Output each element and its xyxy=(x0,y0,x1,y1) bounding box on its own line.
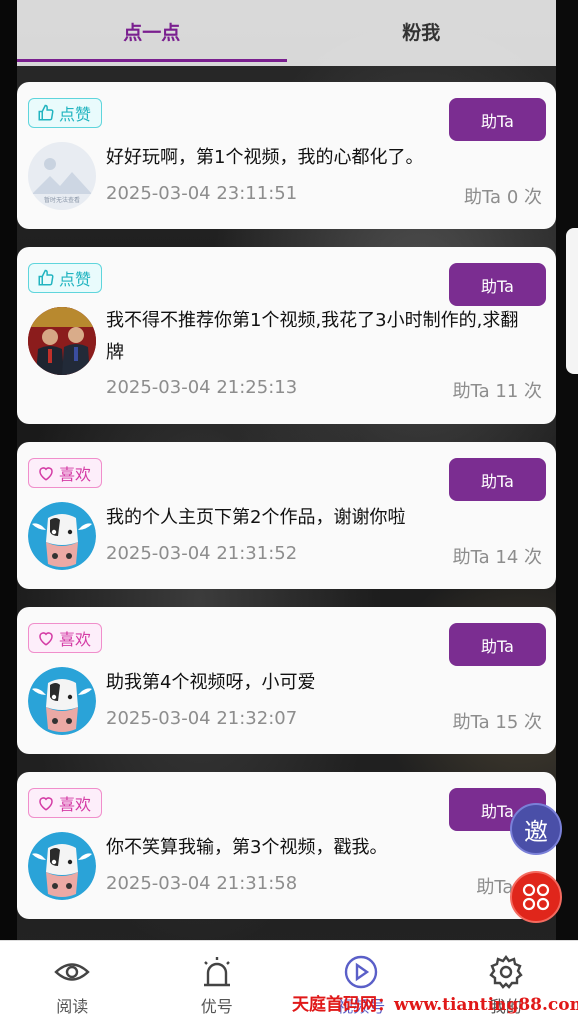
cow-avatar xyxy=(28,502,96,570)
badge-label: 喜欢 xyxy=(59,795,92,814)
gear-icon xyxy=(489,955,523,989)
right-edge xyxy=(556,0,578,940)
svg-text:暂时无法查看: 暂时无法查看 xyxy=(44,196,80,204)
thumbs-up-icon xyxy=(38,269,54,286)
badge-label: 点赞 xyxy=(59,270,92,289)
like-badge: 点赞 xyxy=(28,263,103,293)
heart-icon xyxy=(39,797,53,811)
card-time: 2025-03-04 21:32:07 xyxy=(106,708,298,729)
left-edge xyxy=(0,0,17,940)
invite-float-button[interactable]: 邀 xyxy=(510,803,562,855)
favorite-badge: 喜欢 xyxy=(28,623,103,653)
eye-icon xyxy=(54,963,91,981)
card-message: 我不得不推荐你第1个视频,我花了3小时制作的,求翻牌 xyxy=(106,310,519,363)
help-button[interactable]: 助Ta xyxy=(449,458,546,501)
heart-icon xyxy=(39,467,53,481)
clover-icon xyxy=(522,883,550,911)
badge-label: 点赞 xyxy=(59,105,92,124)
tab-dianyidian[interactable]: 点一点 xyxy=(17,0,287,62)
favorite-badge: 喜欢 xyxy=(28,458,103,488)
help-button[interactable]: 助Ta xyxy=(449,98,546,141)
card-time: 2025-03-04 23:11:51 xyxy=(106,183,298,204)
badge-label: 喜欢 xyxy=(59,630,92,649)
tab-fenwo[interactable]: 粉我 xyxy=(287,0,557,62)
like-badge: 点赞 xyxy=(28,98,103,128)
card-message: 我的个人主页下第2个作品，谢谢你啦 xyxy=(106,507,406,528)
task-card: 点赞 助Ta 暂时无法查看 好好玩啊，第1个视频，我的心都化了。 2025-03… xyxy=(17,82,556,229)
help-count: 助Ta 0 次 xyxy=(464,187,542,208)
task-card: 喜欢 助Ta 助我第4个视频呀，小可爱 2025-03-04 21:32:07 … xyxy=(17,607,556,754)
watermark-text: 天庭首码网：www.tianting88.com xyxy=(292,995,578,1015)
card-time: 2025-03-04 21:25:13 xyxy=(106,377,298,398)
menu-float-button[interactable] xyxy=(510,871,562,923)
favorite-badge: 喜欢 xyxy=(28,788,103,818)
badge-label: 喜欢 xyxy=(59,465,92,484)
tab-bar: 点一点 粉我 xyxy=(17,0,556,66)
task-card: 喜欢 助Ta 你不笑算我输，第3个视频，戳我。 2025-03-04 21:31… xyxy=(17,772,556,919)
help-count: 助Ta 15 次 xyxy=(452,712,542,733)
card-time: 2025-03-04 21:31:52 xyxy=(106,543,298,564)
help-button[interactable]: 助Ta xyxy=(449,263,546,306)
task-card: 喜欢 助Ta 我的个人主页下第2个作品，谢谢你啦 2025-03-04 21:3… xyxy=(17,442,556,589)
cow-avatar xyxy=(28,667,96,735)
help-count: 助Ta 11 次 xyxy=(452,381,542,402)
alarm-icon xyxy=(203,957,230,987)
help-button[interactable]: 助Ta xyxy=(449,623,546,666)
avatar xyxy=(28,307,96,375)
thumbs-up-icon xyxy=(38,104,54,121)
heart-icon xyxy=(39,632,53,646)
card-message: 好好玩啊，第1个视频，我的心都化了。 xyxy=(106,147,424,168)
nav-read[interactable]: 阅读 xyxy=(0,941,145,1024)
help-count: 助Ta 14 次 xyxy=(452,547,542,568)
invite-label: 邀 xyxy=(524,817,548,846)
side-drawer-handle[interactable] xyxy=(566,228,578,374)
task-card: 点赞 助Ta 我不得不推荐你第1个视频,我花了3小时制作的,求翻牌 2025-0… xyxy=(17,247,556,424)
nav-label: 阅读 xyxy=(56,997,89,1016)
nav-youhao[interactable]: 优号 xyxy=(145,941,290,1024)
card-time: 2025-03-04 21:31:58 xyxy=(106,873,298,894)
play-icon xyxy=(345,955,378,989)
card-message: 助我第4个视频呀，小可爱 xyxy=(106,672,316,693)
nav-label: 优号 xyxy=(200,997,233,1016)
avatar: 暂时无法查看 xyxy=(28,142,96,210)
cow-avatar xyxy=(28,832,96,900)
card-message: 你不笑算我输，第3个视频，戳我。 xyxy=(106,837,388,858)
